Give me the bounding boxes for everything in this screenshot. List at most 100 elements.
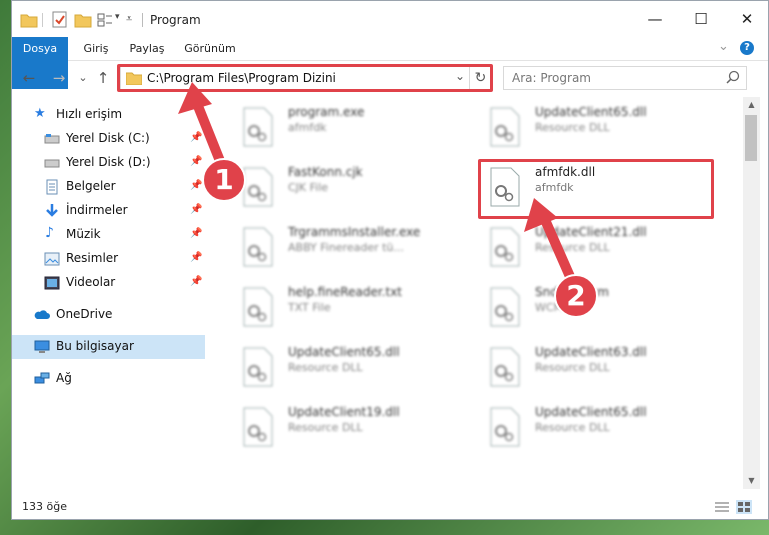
pin-icon[interactable]: 📌	[190, 132, 202, 143]
title-separator	[42, 13, 43, 27]
sidebar-item-disk-c[interactable]: Yerel Disk (C:) 📌	[12, 127, 205, 151]
file-name: UpdateClient65.dll	[535, 105, 647, 119]
dll-file-icon	[243, 227, 273, 267]
sidebar-item-label: Belgeler	[66, 179, 116, 193]
scroll-up-icon[interactable]: ▲	[743, 97, 760, 113]
properties-icon[interactable]	[52, 11, 68, 29]
tab-paylas[interactable]: Paylaş	[122, 37, 172, 61]
minimize-button[interactable]: —	[632, 1, 678, 37]
file-item[interactable]: FastKonn.cjk CJK File	[232, 161, 468, 213]
back-button[interactable]: ←	[20, 69, 38, 87]
sidebar-item-music[interactable]: ♪ Müzik 📌	[12, 223, 205, 247]
ribbon: Dosya Giriş Paylaş Görünüm ⌄ ?	[12, 37, 768, 89]
sidebar-item-label: Yerel Disk (C:)	[66, 131, 150, 145]
sidebar-item-pictures[interactable]: Resimler 📌	[12, 247, 205, 271]
dll-file-icon	[490, 107, 520, 147]
file-type: ABBY Finereader tü...	[288, 241, 404, 254]
new-folder-icon[interactable]	[74, 11, 92, 29]
sidebar-item-downloads[interactable]: İndirmeler 📌	[12, 199, 205, 223]
navigation-pane: ★ Hızlı erişim Yerel Disk (C:) 📌 Yerel D…	[12, 97, 207, 489]
videos-icon	[44, 276, 60, 290]
sidebar-item-label: Videolar	[66, 275, 116, 289]
qa-dropdown-icon[interactable]: ▾	[115, 12, 120, 30]
file-name: help.fineReader.txt	[288, 285, 402, 299]
details-view-icon[interactable]	[714, 500, 730, 514]
file-item[interactable]: UpdateClient65.dll Resource DLL	[479, 401, 715, 453]
sidebar-item-quick-access[interactable]: ★ Hızlı erişim	[12, 103, 205, 127]
file-name: UpdateClient65.dll	[288, 345, 400, 359]
window-title: Program	[150, 13, 201, 27]
ribbon-collapse-icon[interactable]: ⌄	[718, 39, 729, 54]
network-icon	[34, 372, 50, 384]
customize-icon[interactable]	[97, 11, 113, 29]
scroll-thumb[interactable]	[745, 115, 757, 161]
forward-button[interactable]: →	[50, 69, 68, 87]
file-item[interactable]: UpdateClient63.dll Resource DLL	[479, 341, 715, 393]
callout-2: 2	[554, 274, 598, 318]
navigation-bar: ← → ⌄ ↑ C:\Program Files\Program Dizini …	[12, 63, 768, 93]
sidebar-item-documents[interactable]: Belgeler 📌	[12, 175, 205, 199]
large-icons-view-icon[interactable]	[736, 500, 752, 514]
download-icon	[46, 204, 58, 217]
file-type: Resource DLL	[535, 121, 610, 134]
status-bar: 133 öğe	[12, 497, 768, 519]
drive-icon	[44, 134, 60, 144]
vertical-scrollbar[interactable]: ▲ ▼	[743, 97, 760, 489]
sidebar-item-label: OneDrive	[56, 307, 113, 321]
file-highlight-box	[478, 159, 714, 219]
up-button[interactable]: ↑	[94, 69, 112, 87]
pin-icon[interactable]: 📌	[190, 252, 202, 263]
file-name: FastKonn.cjk	[288, 165, 363, 179]
sidebar-item-this-pc[interactable]: Bu bilgisayar	[12, 335, 205, 359]
search-icon[interactable]	[726, 70, 740, 84]
file-type: Resource DLL	[535, 361, 610, 374]
tab-gorunum[interactable]: Görünüm	[178, 37, 242, 61]
sidebar-item-videos[interactable]: Videolar 📌	[12, 271, 205, 295]
sidebar-item-disk-d[interactable]: Yerel Disk (D:) 📌	[12, 151, 205, 175]
sidebar-item-label: Ağ	[56, 371, 72, 385]
file-list: program.exe afmfdk UpdateClient65.dll Resou…	[222, 97, 742, 489]
dll-file-icon	[490, 287, 520, 327]
file-name: UpdateClient19.dll	[288, 405, 400, 419]
search-box[interactable]: Ara: Program	[503, 66, 747, 90]
sidebar-item-label: Yerel Disk (D:)	[66, 155, 151, 169]
callout-1: 1	[202, 158, 246, 202]
file-type: Resource DLL	[288, 421, 363, 434]
sidebar-item-label: Hızlı erişim	[56, 107, 123, 121]
music-icon: ♪	[45, 225, 54, 241]
file-name: program.exe	[288, 105, 365, 119]
file-item[interactable]: UpdateClient21.dll Resource DLL	[479, 221, 715, 273]
help-icon[interactable]: ?	[740, 41, 754, 55]
dll-file-icon	[490, 347, 520, 387]
pictures-icon	[44, 252, 60, 266]
search-input[interactable]: Ara: Program	[512, 71, 591, 85]
pin-icon[interactable]: 📌	[190, 276, 202, 287]
tab-giris[interactable]: Giriş	[74, 37, 118, 61]
folder-icon	[20, 14, 38, 28]
pin-icon[interactable]: 📌	[190, 228, 202, 239]
recent-locations-button[interactable]: ⌄	[74, 69, 92, 87]
file-item[interactable]: UpdateClient19.dll Resource DLL	[232, 401, 468, 453]
file-item[interactable]: program.exe afmfdk	[232, 101, 468, 153]
dll-file-icon	[243, 407, 273, 447]
file-item[interactable]: UpdateClient65.dll Resource DLL	[232, 341, 468, 393]
scroll-down-icon[interactable]: ▼	[743, 473, 760, 489]
file-item[interactable]: TrgrammsInstaller.exe ABBY Finereader tü.…	[232, 221, 468, 273]
maximize-button[interactable]: ☐	[678, 1, 724, 37]
qa-customize-icon[interactable]: ⩡	[126, 12, 132, 30]
file-type: TXT File	[288, 301, 331, 314]
pin-icon[interactable]: 📌	[190, 156, 202, 167]
file-name: UpdateClient63.dll	[535, 345, 647, 359]
file-type: afmfdk	[288, 121, 327, 134]
file-type: Resource DLL	[535, 241, 610, 254]
file-name: TrgrammsInstaller.exe	[288, 225, 421, 239]
sidebar-item-label: Resimler	[66, 251, 119, 265]
close-button[interactable]: ✕	[724, 1, 769, 37]
file-item[interactable]: UpdateClient65.dll Resource DLL	[479, 101, 715, 153]
sidebar-item-network[interactable]: Ağ	[12, 367, 205, 391]
dll-file-icon	[490, 407, 520, 447]
file-item[interactable]: help.fineReader.txt TXT File	[232, 281, 468, 333]
pin-icon[interactable]: 📌	[190, 204, 202, 215]
pin-icon[interactable]: 📌	[190, 180, 202, 191]
sidebar-item-onedrive[interactable]: OneDrive	[12, 303, 205, 327]
